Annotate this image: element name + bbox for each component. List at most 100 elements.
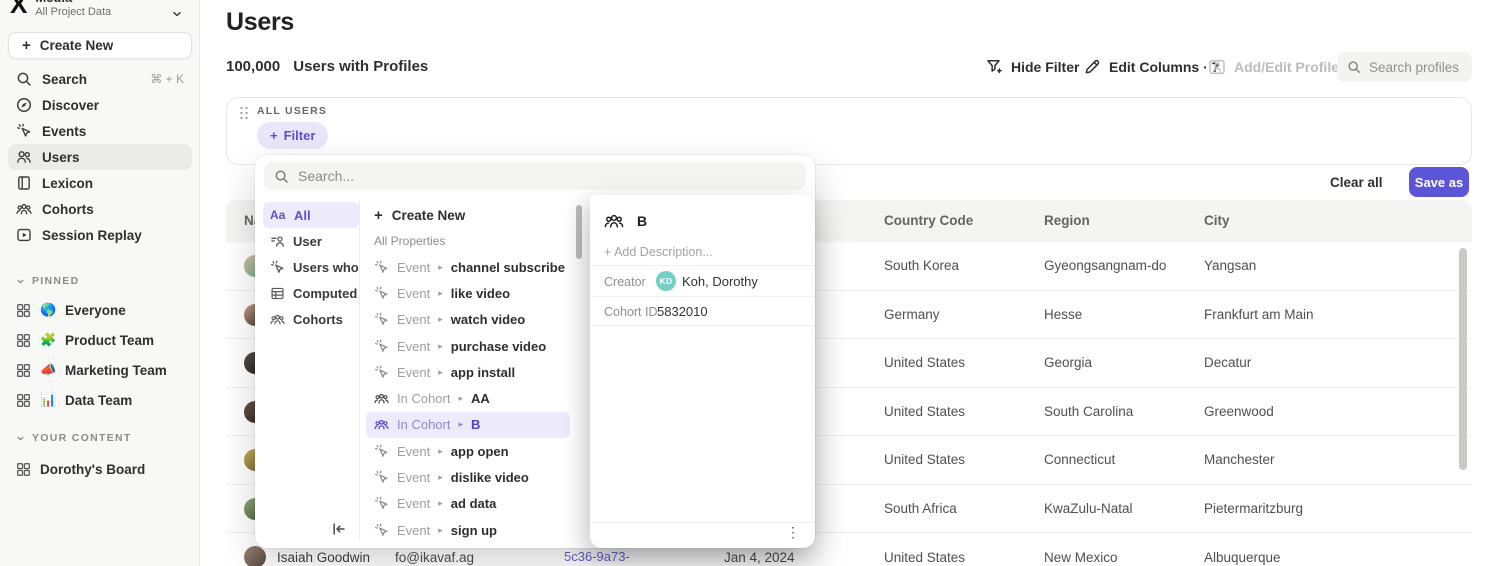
search-icon: [274, 169, 289, 184]
sidebar-item-everyone[interactable]: 🌎 Everyone: [8, 296, 192, 324]
sidebar-item-label: Discover: [42, 98, 99, 113]
event-cursor-icon: [374, 496, 389, 511]
sidebar-item-lexicon[interactable]: Lexicon: [8, 170, 192, 196]
cohort-preview-popup: B + Add Description... Creator KD Koh, D…: [590, 195, 815, 548]
workspace-switcher[interactable]: X Media All Project Data: [10, 0, 111, 18]
sidebar-item-marketing-team[interactable]: 📣 Marketing Team: [8, 356, 192, 384]
dropdown-search-input[interactable]: [298, 168, 796, 184]
clear-all-button[interactable]: Clear all: [1330, 175, 1383, 190]
add-edit-profile-button[interactable]: Add/Edit Profile: [1208, 58, 1339, 76]
cohorts-icon: [604, 211, 624, 231]
cohort-id-value: 5832010: [657, 304, 708, 319]
sidebar-item-label: Users: [42, 150, 80, 165]
cell-region: South Carolina: [1044, 388, 1133, 436]
sidebar-item-data-team[interactable]: 📊 Data Team: [8, 386, 192, 414]
pinned-section-header[interactable]: PINNED: [8, 270, 87, 292]
cell-country: South Korea: [884, 242, 959, 290]
category-label: Computed: [293, 286, 357, 301]
sidebar-item-events[interactable]: Events: [8, 118, 192, 144]
property-option-watch-video[interactable]: Event▸watch video: [366, 307, 570, 333]
cell-country: United States: [884, 339, 965, 387]
workspace-name: Media: [35, 0, 111, 5]
drag-handle-icon[interactable]: [238, 105, 250, 121]
cell-region: KwaZulu-Natal: [1044, 485, 1133, 533]
divider: [590, 522, 815, 523]
table-scrollbar[interactable]: [1459, 248, 1467, 470]
edit-columns-button[interactable]: Edit Columns · 7: [1084, 58, 1219, 75]
cell-city: Frankfurt am Main: [1204, 291, 1314, 339]
sidebar-item-search[interactable]: Search ⌘ + K: [8, 66, 192, 92]
property-option-sign-up[interactable]: Event▸sign up: [366, 517, 570, 543]
event-cursor-icon: [374, 260, 389, 275]
your-content-section-header[interactable]: YOUR CONTENT: [8, 427, 140, 449]
user-icon: [270, 234, 285, 249]
sidebar-item-label: Cohorts: [42, 202, 94, 217]
dropdown-categories: Aa All User Users who di... Computed Coh…: [263, 202, 359, 332]
dropdown-search[interactable]: [264, 162, 806, 190]
cell-country: United States: [884, 388, 965, 436]
category-label: All: [294, 208, 311, 223]
dropdown-scrollbar[interactable]: [576, 205, 582, 259]
globe-emoji-icon: 🌎: [40, 302, 56, 318]
category-all[interactable]: Aa All: [263, 202, 359, 228]
column-header-region[interactable]: Region: [1044, 200, 1090, 242]
chevron-down-icon[interactable]: [171, 8, 183, 20]
collapse-panel-icon[interactable]: [331, 521, 347, 537]
property-option-app-open[interactable]: Event▸app open: [366, 438, 570, 464]
create-new-button[interactable]: + Create New: [8, 32, 192, 59]
search-profiles-box[interactable]: [1337, 52, 1472, 82]
search-profiles-input[interactable]: [1369, 60, 1462, 75]
sidebar-item-users[interactable]: Users: [8, 144, 192, 170]
property-option-dislike-video[interactable]: Event▸dislike video: [366, 464, 570, 490]
sidebar-item-dorothys-board[interactable]: Dorothy's Board: [8, 455, 192, 483]
plus-icon: +: [374, 208, 383, 223]
category-computed[interactable]: Computed: [263, 280, 359, 306]
board-grid-icon: [16, 462, 31, 477]
divider: [590, 265, 815, 266]
property-option-ad-data[interactable]: Event▸ad data: [366, 491, 570, 517]
cohorts-icon: [374, 391, 389, 406]
category-user[interactable]: User: [263, 228, 359, 254]
event-cursor-icon: [16, 123, 32, 139]
cell-country: Germany: [884, 291, 940, 339]
property-option-cohort-b[interactable]: In Cohort▸B: [366, 412, 570, 438]
column-header-city[interactable]: City: [1204, 200, 1230, 242]
aa-icon: Aa: [270, 208, 286, 222]
computed-icon: [270, 286, 285, 301]
property-option-cohort-aa[interactable]: In Cohort▸AA: [366, 385, 570, 411]
users-icon: [16, 149, 32, 165]
sidebar-item-discover[interactable]: Discover: [8, 92, 192, 118]
property-option-channel-subscribe[interactable]: Event▸channel subscribe: [366, 254, 570, 280]
property-option-purchase-video[interactable]: Event▸purchase video: [366, 333, 570, 359]
category-cohorts[interactable]: Cohorts: [263, 306, 359, 332]
event-cursor-icon: [374, 365, 389, 380]
column-header-country[interactable]: Country Code: [884, 200, 973, 242]
category-label: User: [293, 234, 322, 249]
board-grid-icon: [16, 393, 31, 408]
hide-filter-button[interactable]: Hide Filter: [986, 58, 1079, 75]
profile-card-icon: [1208, 58, 1226, 76]
add-description-link[interactable]: + Add Description...: [604, 245, 713, 259]
filter-group-label: ALL USERS: [257, 105, 327, 117]
save-as-button[interactable]: Save as: [1409, 167, 1469, 197]
sidebar-item-session-replay[interactable]: Session Replay: [8, 222, 192, 248]
add-filter-label: Filter: [284, 128, 316, 143]
creator-avatar: KD: [656, 271, 676, 291]
chevron-down-icon: [16, 277, 25, 286]
sidebar-item-product-team[interactable]: 🧩 Product Team: [8, 326, 192, 354]
board-grid-icon: [16, 303, 31, 318]
property-option-app-install[interactable]: Event▸app install: [366, 359, 570, 385]
category-users-who-did[interactable]: Users who di...: [263, 254, 359, 280]
chevron-down-icon: [16, 434, 25, 443]
category-label: Cohorts: [293, 312, 343, 327]
sidebar-item-label: Lexicon: [42, 176, 93, 191]
more-options-icon[interactable]: ⋮: [786, 525, 800, 539]
dropdown-create-new[interactable]: + Create New: [366, 202, 570, 228]
user-count-label[interactable]: Users with Profiles: [293, 58, 428, 75]
property-option-like-video[interactable]: Event▸like video: [366, 280, 570, 306]
avatar: [244, 546, 266, 566]
add-filter-button[interactable]: + Filter: [257, 122, 328, 149]
sidebar-item-cohorts[interactable]: Cohorts: [8, 196, 192, 222]
sidebar: X Media All Project Data + Create New Se…: [0, 0, 200, 566]
cell-region: Gyeongsangnam-do: [1044, 242, 1166, 290]
